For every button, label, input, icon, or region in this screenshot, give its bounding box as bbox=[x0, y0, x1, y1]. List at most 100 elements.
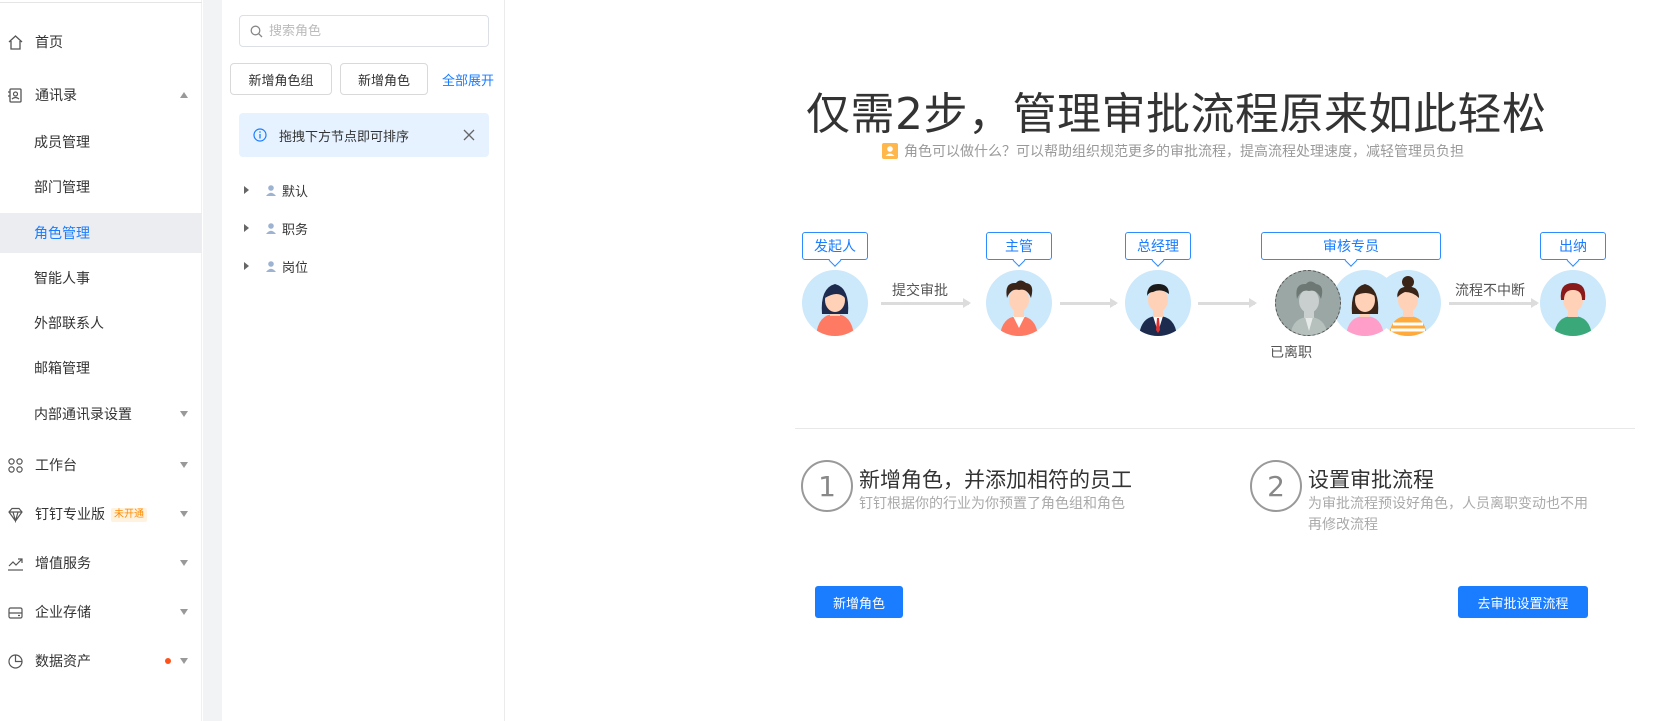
status-badge: 未开通 bbox=[111, 508, 147, 522]
storage-icon bbox=[8, 606, 23, 619]
tree-node-label: 职务 bbox=[282, 222, 309, 238]
caret-right-icon[interactable] bbox=[244, 262, 249, 270]
caret-right-icon[interactable] bbox=[244, 186, 249, 194]
sidebar-item-value-added[interactable]: 增值服务 bbox=[0, 543, 202, 583]
role-group-icon bbox=[266, 184, 276, 196]
sidebar-nav: 首页 通讯录 成员管理 部门管理 角色管理 智能人事 外部联系人 邮箱管理 内部… bbox=[0, 0, 202, 721]
sidebar-subitem-label: 成员管理 bbox=[34, 135, 90, 151]
sidebar-item-contacts[interactable]: 通讯录 bbox=[0, 75, 202, 115]
flow-arrow-2 bbox=[1060, 298, 1118, 308]
sidebar-item-label: 首页 bbox=[35, 35, 63, 51]
sidebar-item-label: 钉钉专业版 未开通 bbox=[35, 504, 147, 524]
initiator-avatar bbox=[802, 270, 868, 336]
chevron-down-icon bbox=[180, 462, 188, 468]
flow-tag-reviewer: 审核专员 bbox=[1261, 232, 1441, 260]
pie-icon bbox=[8, 653, 23, 669]
sidebar-subitem-label: 邮箱管理 bbox=[34, 361, 90, 377]
approval-flow-illustration: 发起人 主管 总经理 审核专员 出纳 提交审批 流程不中断 已离职 bbox=[506, 0, 1660, 400]
step-desc: 钉钉根据你的行业为你预置了角色组和角色 bbox=[859, 496, 1125, 512]
sidebar-subitem-mailbox[interactable]: 邮箱管理 bbox=[0, 348, 202, 388]
supervisor-avatar bbox=[986, 270, 1052, 336]
nav-divider bbox=[0, 2, 202, 3]
tree-node-post[interactable]: 岗位 bbox=[239, 254, 439, 278]
sidebar-item-home[interactable]: 首页 bbox=[0, 22, 202, 62]
sidebar-subitem-roles[interactable]: 角色管理 bbox=[0, 213, 202, 253]
notification-dot bbox=[165, 658, 171, 664]
flow-arrow-3 bbox=[1198, 298, 1257, 308]
chevron-down-icon bbox=[180, 511, 188, 517]
set-approval-flow-button[interactable]: 去审批设置流程 bbox=[1458, 586, 1588, 618]
sidebar-item-workbench[interactable]: 工作台 bbox=[0, 445, 202, 485]
sidebar-subitem-label: 部门管理 bbox=[34, 180, 90, 196]
main-content: 仅需2步，管理审批流程原来如此轻松 角色可以做什么？可以帮助组织规范更多的审批流… bbox=[506, 0, 1660, 721]
flow-tag-initiator: 发起人 bbox=[802, 232, 868, 260]
role-tree-panel: 新增角色组 新增角色 全部展开 拖拽下方节点即可排序 默认 职务 岗位 bbox=[222, 0, 505, 721]
sidebar-subitem-departments[interactable]: 部门管理 bbox=[0, 167, 202, 207]
tree-node-label: 岗位 bbox=[282, 260, 309, 276]
new-role-button[interactable]: 新增角色 bbox=[815, 586, 903, 618]
chevron-down-icon bbox=[180, 411, 188, 417]
flow-arrow-4 bbox=[1449, 298, 1539, 308]
sidebar-subitem-label: 智能人事 bbox=[34, 271, 90, 287]
role-group-icon bbox=[266, 222, 276, 234]
expand-all-link[interactable]: 全部展开 bbox=[442, 70, 494, 89]
sidebar-subitem-external-contacts[interactable]: 外部联系人 bbox=[0, 303, 202, 343]
flow-tag-cashier: 出纳 bbox=[1540, 232, 1606, 260]
chevron-down-icon bbox=[180, 609, 188, 615]
tree-node-label: 默认 bbox=[282, 184, 309, 200]
search-box bbox=[239, 15, 489, 47]
search-icon bbox=[250, 25, 263, 37]
flow-tag-supervisor: 主管 bbox=[986, 232, 1052, 260]
search-input[interactable] bbox=[269, 23, 469, 39]
sidebar-subitem-label: 内部通讯录设置 bbox=[34, 407, 132, 423]
step-number: 1 bbox=[801, 460, 853, 512]
submit-approval-label: 提交审批 bbox=[892, 283, 948, 299]
sidebar-item-label: 增值服务 bbox=[35, 556, 91, 572]
section-divider bbox=[795, 428, 1635, 429]
caret-right-icon[interactable] bbox=[244, 224, 249, 232]
flow-continue-label: 流程不中断 bbox=[1455, 283, 1525, 299]
chevron-up-icon bbox=[180, 92, 188, 98]
reviewer-avatar-left bbox=[1275, 270, 1341, 336]
chevron-down-icon bbox=[180, 560, 188, 566]
home-icon bbox=[8, 34, 23, 50]
flow-arrow-1 bbox=[881, 298, 971, 308]
sidebar-subitem-label: 外部联系人 bbox=[34, 316, 104, 332]
sidebar-item-storage[interactable]: 企业存储 bbox=[0, 592, 202, 632]
app-root: 首页 通讯录 成员管理 部门管理 角色管理 智能人事 外部联系人 邮箱管理 内部… bbox=[0, 0, 1660, 721]
sidebar-item-label: 数据资产 bbox=[35, 654, 91, 670]
sidebar-subitem-contacts-settings[interactable]: 内部通讯录设置 bbox=[0, 394, 202, 434]
tree-node-default[interactable]: 默认 bbox=[239, 178, 439, 202]
step-title: 设置审批流程 bbox=[1308, 468, 1434, 492]
tip-text: 拖拽下方节点即可排序 bbox=[279, 129, 410, 145]
apps-icon bbox=[8, 457, 23, 473]
chevron-down-icon bbox=[180, 658, 188, 664]
sidebar-item-label: 企业存储 bbox=[35, 605, 91, 621]
sidebar-subitem-members[interactable]: 成员管理 bbox=[0, 122, 202, 162]
pro-label: 钉钉专业版 bbox=[35, 507, 105, 523]
step-number: 2 bbox=[1250, 460, 1302, 512]
add-role-group-button[interactable]: 新增角色组 bbox=[230, 63, 332, 95]
diamond-icon bbox=[8, 507, 23, 523]
info-icon bbox=[253, 128, 267, 142]
sidebar-subitem-label: 角色管理 bbox=[34, 226, 90, 242]
general-manager-avatar bbox=[1125, 270, 1191, 336]
reviewer-avatar-2 bbox=[1332, 270, 1398, 336]
role-group-icon bbox=[266, 260, 276, 272]
cashier-avatar bbox=[1540, 270, 1606, 336]
sidebar-item-pro[interactable]: 钉钉专业版 未开通 bbox=[0, 494, 202, 534]
add-role-button[interactable]: 新增角色 bbox=[340, 63, 428, 95]
contacts-icon bbox=[8, 87, 22, 103]
flow-tag-general-manager: 总经理 bbox=[1125, 232, 1191, 260]
tree-node-position[interactable]: 职务 bbox=[239, 216, 439, 240]
close-icon[interactable] bbox=[463, 129, 475, 141]
step-desc: 为审批流程预设好角色，人员离职变动也不用再修改流程 bbox=[1308, 496, 1588, 533]
trend-icon bbox=[8, 557, 23, 571]
sidebar-gutter bbox=[203, 0, 222, 721]
sidebar-item-data-assets[interactable]: 数据资产 bbox=[0, 641, 202, 681]
sidebar-item-label: 通讯录 bbox=[35, 88, 77, 104]
step-title: 新增角色，并添加相符的员工 bbox=[859, 468, 1132, 492]
sidebar-item-label: 工作台 bbox=[35, 458, 77, 474]
sidebar-subitem-smart-hr[interactable]: 智能人事 bbox=[0, 258, 202, 298]
sort-tip-banner: 拖拽下方节点即可排序 bbox=[239, 113, 489, 157]
